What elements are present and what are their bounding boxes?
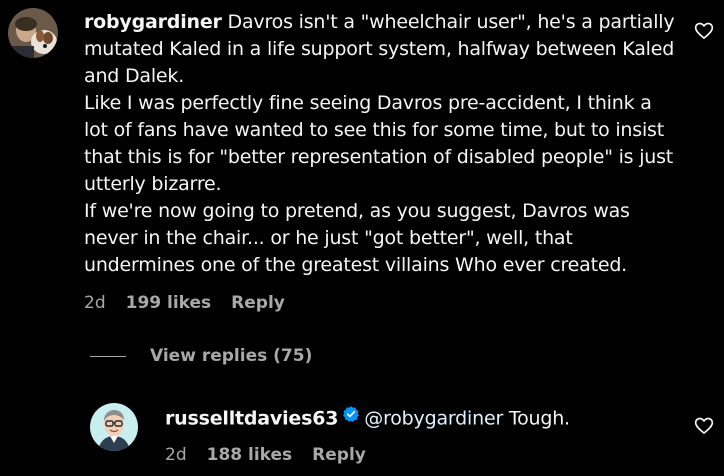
comment-item: robygardiner Davros isn't a "wheelchair … <box>0 0 724 330</box>
reply-timestamp: 2d <box>165 445 187 465</box>
commenter-avatar[interactable] <box>8 8 58 58</box>
reply-reply-button[interactable]: Reply <box>312 445 366 465</box>
comment-timestamp: 2d <box>84 293 106 313</box>
comment-line: robygardiner Davros isn't a "wheelchair … <box>84 9 694 36</box>
reply-text: Tough. <box>508 407 570 430</box>
view-replies-label[interactable]: View replies (75) <box>150 346 312 366</box>
comment-likes-count[interactable]: 199 likes <box>126 293 212 313</box>
comment-body: robygardiner Davros isn't a "wheelchair … <box>84 9 694 279</box>
reply-mention-link[interactable]: @robygardiner <box>364 408 503 430</box>
comment-text-line-9: never in the chair... or he just "got be… <box>84 227 573 249</box>
reply-item: russelltdavies63 @robygardiner Tough. 2d… <box>0 390 724 476</box>
reply-body: russelltdavies63 @robygardiner Tough. <box>165 404 685 434</box>
comment-meta: 2d 199 likes Reply <box>84 293 285 313</box>
comment-text-line-7: utterly bizarre. <box>84 173 222 195</box>
comment-text-line-6: that this is for "better representation … <box>84 146 674 168</box>
like-comment-heart-icon[interactable] <box>694 21 714 41</box>
reply-username[interactable]: russelltdavies63 <box>165 408 338 430</box>
reply-meta: 2d 188 likes Reply <box>165 445 366 465</box>
comment-text-line-2: mutated Kaled in a life support system, … <box>84 38 675 60</box>
comment-username[interactable]: robygardiner <box>84 11 222 33</box>
comment-reply-button[interactable]: Reply <box>231 293 285 313</box>
verified-badge-icon <box>342 404 360 431</box>
view-replies-divider <box>90 355 126 357</box>
comment-text-line-1: Davros isn't a "wheelchair user", he's a… <box>227 11 675 33</box>
view-replies-button[interactable]: View replies (75) <box>90 346 312 366</box>
like-reply-heart-icon[interactable] <box>694 416 714 436</box>
reply-avatar[interactable] <box>90 403 138 451</box>
comment-text-line-4: Like I was perfectly fine seeing Davros … <box>84 92 652 114</box>
comment-text-line-3: and Dalek. <box>84 65 185 87</box>
comment-text-line-5: lot of fans have wanted to see this for … <box>84 119 665 141</box>
reply-likes-count[interactable]: 188 likes <box>207 445 293 465</box>
comment-text-line-10: undermines one of the greatest villains … <box>84 254 628 276</box>
comment-text-line-8: If we're now going to pretend, as you su… <box>84 200 630 222</box>
